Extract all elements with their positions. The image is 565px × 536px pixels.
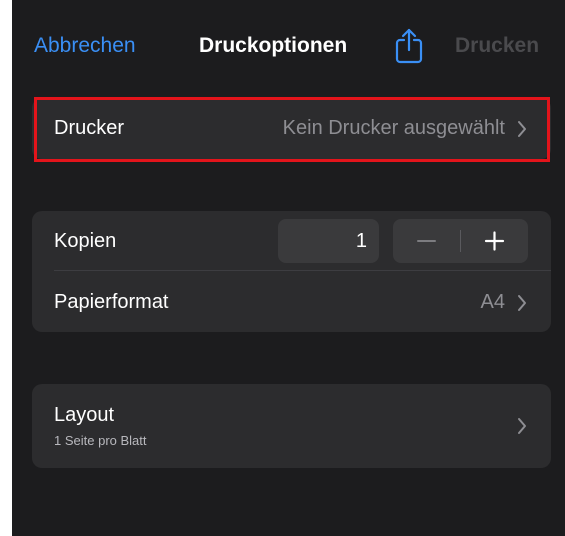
cancel-button[interactable]: Abbrechen <box>34 34 136 58</box>
copies-stepper <box>393 219 528 263</box>
copies-label: Kopien <box>54 230 117 252</box>
layout-subtitle: 1 Seite pro Blatt <box>54 433 147 448</box>
printer-group: Drucker Kein Drucker ausgewählt <box>32 98 551 159</box>
paper-format-label: Papierformat <box>54 291 169 313</box>
chevron-right-icon <box>518 295 526 311</box>
share-button[interactable] <box>394 26 424 64</box>
copies-row: Kopien 1 <box>32 211 551 270</box>
increment-button[interactable] <box>461 219 528 263</box>
minus-icon <box>417 240 436 242</box>
layout-group: Layout 1 Seite pro Blatt <box>32 384 551 468</box>
print-button[interactable]: Drucken <box>455 34 539 58</box>
paper-format-value: A4 <box>480 291 505 313</box>
printer-value: Kein Drucker ausgewählt <box>282 117 505 139</box>
chevron-right-icon <box>518 418 526 434</box>
print-options-sheet: Abbrechen Druckoptionen Drucken Drucker … <box>12 0 565 536</box>
copies-group: Kopien 1 Papierformat A4 <box>32 211 551 332</box>
share-icon <box>395 28 423 64</box>
page-title: Druckoptionen <box>199 34 348 57</box>
printer-row[interactable]: Drucker Kein Drucker ausgewählt <box>32 98 551 159</box>
printer-label: Drucker <box>54 117 125 139</box>
paper-format-row[interactable]: Papierformat A4 <box>32 271 551 332</box>
decrement-button[interactable] <box>393 219 460 263</box>
plus-icon <box>484 231 505 251</box>
chevron-right-icon <box>518 121 526 137</box>
layout-label: Layout <box>54 404 115 426</box>
copies-input[interactable]: 1 <box>278 219 379 263</box>
navigation-bar: Abbrechen Druckoptionen Drucken <box>12 0 565 92</box>
layout-row[interactable]: Layout 1 Seite pro Blatt <box>32 384 551 468</box>
